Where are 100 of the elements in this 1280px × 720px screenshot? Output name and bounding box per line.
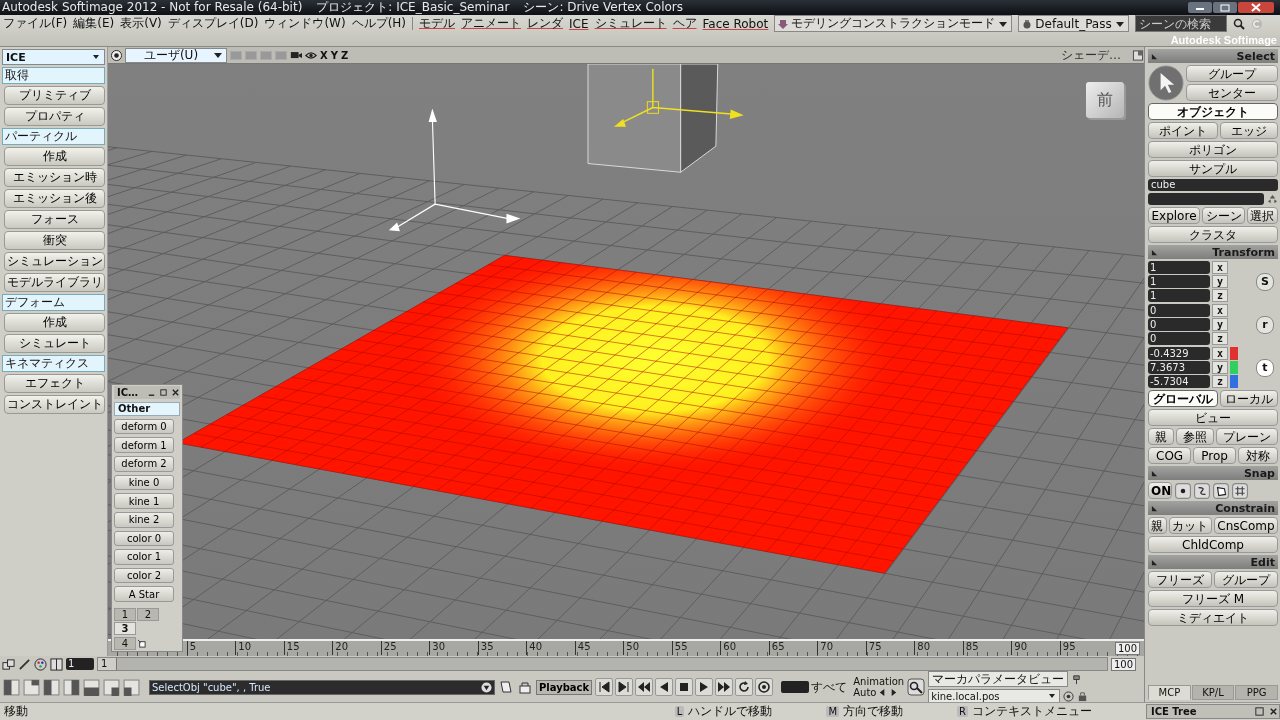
close-icon[interactable] <box>1238 2 1274 13</box>
display-mode-menu[interactable]: シェーデ… <box>1061 46 1121 64</box>
layers-icon[interactable] <box>2 657 15 671</box>
explore-button[interactable]: 選択 <box>1247 207 1278 224</box>
pin-icon[interactable] <box>1071 673 1083 685</box>
next-icon[interactable] <box>889 688 899 697</box>
module-menu-item[interactable]: アニメート <box>461 15 522 32</box>
tool-button[interactable]: エフェクト <box>4 374 105 393</box>
reference-button[interactable]: プレーン <box>1216 428 1278 445</box>
lock-icon[interactable] <box>1077 690 1089 702</box>
preset-button[interactable]: kine 0 <box>114 474 174 491</box>
tool-button[interactable]: シミュレーション <box>4 252 105 271</box>
ice-tree-bar[interactable]: ICE Tree <box>1146 704 1280 719</box>
select-option-button[interactable]: センター <box>1186 84 1278 101</box>
new-page-icon[interactable] <box>137 639 146 649</box>
text-field[interactable] <box>1148 193 1264 205</box>
axis-button[interactable]: z <box>1212 332 1228 345</box>
marker-field[interactable]: マーカパラメータビュー <box>928 671 1069 687</box>
parameter-dropdown[interactable]: kine.local.pos <box>928 689 1061 703</box>
panel-header[interactable]: Transform <box>1148 245 1278 259</box>
reference-button[interactable]: 親 <box>1148 428 1174 445</box>
ice-tab[interactable]: Other <box>114 401 180 416</box>
axis-toggle[interactable]: X <box>320 49 328 61</box>
value-field[interactable]: 1 <box>1148 289 1210 302</box>
preset-button[interactable]: color 0 <box>114 530 174 547</box>
next-key-icon[interactable] <box>715 678 734 696</box>
pivot-button[interactable]: COG <box>1148 447 1192 464</box>
axis-button[interactable]: y <box>1212 361 1228 374</box>
tool-button[interactable]: モデルライブラリ <box>4 273 105 292</box>
previous-key-icon[interactable] <box>635 678 654 696</box>
range-start-field[interactable]: 1 <box>97 657 1108 671</box>
selection-name-field[interactable]: cube <box>1148 179 1278 191</box>
transform-mode-button[interactable]: S <box>1256 272 1274 291</box>
command-line-field[interactable]: SelectObj "cube", , True <box>149 679 495 695</box>
current-frame-field[interactable] <box>781 681 810 693</box>
tool-button[interactable]: エミッション時 <box>4 168 105 187</box>
axis-button[interactable]: x <box>1212 347 1228 360</box>
value-field[interactable]: -0.4329 <box>1148 347 1210 360</box>
record-icon[interactable] <box>1063 690 1075 702</box>
menu-item[interactable]: ウィンドウ(W) <box>264 15 346 32</box>
explore-button[interactable]: シーン <box>1202 207 1245 224</box>
toolbar-dropdown[interactable]: ICE <box>2 49 105 65</box>
explore-button[interactable]: Explore <box>1148 207 1200 224</box>
select-tool-icon[interactable] <box>1148 65 1184 101</box>
panel-header[interactable]: Edit <box>1148 555 1278 569</box>
mode-dropdown[interactable]: モデリングコンストラクションモード <box>774 15 1013 32</box>
edit-button[interactable]: ミディエイト <box>1148 609 1278 626</box>
value-field[interactable]: 0 <box>1148 332 1210 345</box>
point-snap-icon[interactable] <box>1175 482 1191 499</box>
edit-button[interactable]: グループ <box>1214 571 1278 588</box>
panel-header[interactable]: Constrain <box>1148 501 1278 515</box>
tool-button[interactable]: シミュレート <box>4 334 105 353</box>
layout-icon[interactable] <box>123 678 140 696</box>
menu-item[interactable]: 編集(E) <box>73 15 115 32</box>
panel-header[interactable]: Select <box>1148 49 1278 63</box>
pivot-button[interactable]: Prop <box>1193 447 1236 464</box>
layout-icon[interactable] <box>43 678 60 696</box>
layout-icon[interactable] <box>23 678 40 696</box>
value-field[interactable]: -5.7304 <box>1148 375 1210 388</box>
reference-button[interactable]: 参照 <box>1176 428 1214 445</box>
layout-icon[interactable] <box>83 678 100 696</box>
cube[interactable] <box>587 64 719 173</box>
value-field[interactable]: 1 <box>1148 275 1210 288</box>
restore-icon[interactable] <box>1254 706 1265 717</box>
edit-button[interactable]: フリーズ <box>1148 571 1212 588</box>
constrain-button[interactable]: カット <box>1168 517 1212 534</box>
curve-snap-icon[interactable] <box>1194 482 1210 499</box>
transform-mode-button[interactable]: r <box>1256 315 1274 334</box>
pass-dropdown[interactable]: Default_Pass <box>1018 15 1129 32</box>
tool-button[interactable]: プリミティブ <box>4 86 105 105</box>
snap-toggle[interactable]: ON <box>1148 482 1172 499</box>
camera-badge-icon[interactable] <box>111 49 122 61</box>
maximize-icon[interactable] <box>1132 49 1144 61</box>
loop-icon[interactable] <box>735 678 754 696</box>
camera-dropdown[interactable]: ユーザ(U) <box>125 47 227 63</box>
page-tab[interactable]: 2 <box>137 608 159 622</box>
last-frame-icon[interactable] <box>615 678 634 696</box>
preset-button[interactable]: deform 0 <box>114 418 174 435</box>
panel-tab[interactable]: MCP <box>1148 685 1191 700</box>
tool-button[interactable]: プロパティ <box>4 107 105 126</box>
panel-tab[interactable]: KP/L <box>1191 685 1235 700</box>
axis-button[interactable]: x <box>1212 261 1228 274</box>
close-icon[interactable] <box>171 387 180 397</box>
view-toggle[interactable] <box>245 50 257 60</box>
select-option-button[interactable]: グループ <box>1186 65 1278 82</box>
page-tab[interactable]: 1 <box>114 608 136 622</box>
sample-button[interactable]: サンプル <box>1148 160 1278 177</box>
filter-button[interactable]: ポリゴン <box>1148 141 1278 158</box>
search-field[interactable]: シーンの検索 <box>1134 15 1227 32</box>
stop-icon[interactable] <box>675 678 694 696</box>
filter-button[interactable]: オブジェクト <box>1148 103 1278 120</box>
module-menu-item[interactable]: ヘア <box>672 15 697 32</box>
grid-snap-icon[interactable] <box>1232 482 1248 499</box>
view-toggle[interactable] <box>275 50 287 60</box>
view-cube[interactable]: 前 <box>1086 82 1124 118</box>
preset-button[interactable]: color 2 <box>114 567 174 584</box>
explore-button[interactable]: クラスタ <box>1148 226 1278 243</box>
panel-header[interactable]: Snap <box>1148 466 1278 480</box>
value-field[interactable]: 0 <box>1148 304 1210 317</box>
tool-button[interactable]: コンストレイント <box>4 395 105 414</box>
